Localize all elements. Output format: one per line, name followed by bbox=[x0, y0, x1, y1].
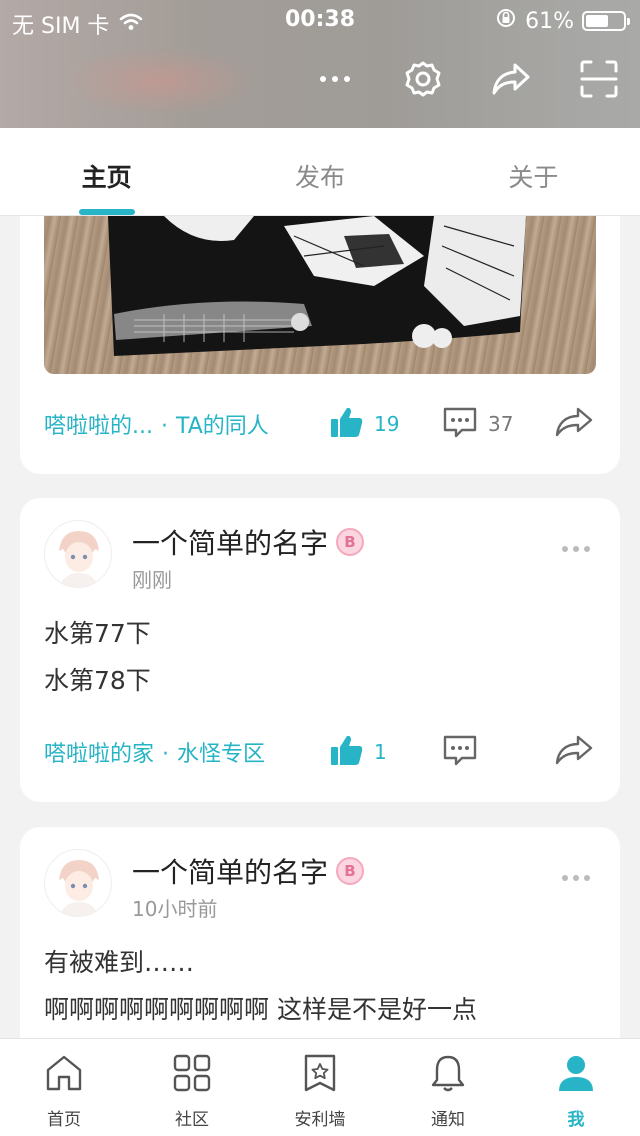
header-actions bbox=[314, 58, 620, 100]
grid-icon bbox=[172, 1053, 212, 1097]
bell-icon bbox=[428, 1053, 468, 1097]
post-tags[interactable]: 嗒啦啦的... · TA的同人 bbox=[44, 408, 334, 440]
post-header: 一个简单的名字 B 刚刚 bbox=[44, 520, 596, 592]
level-badge-icon: B bbox=[336, 857, 365, 885]
post-topic-tag[interactable]: 水怪专区 bbox=[177, 742, 265, 767]
avatar[interactable] bbox=[44, 849, 112, 917]
tab-home-label: 主页 bbox=[81, 163, 132, 192]
thumbs-up-icon bbox=[330, 406, 364, 443]
author-name-text: 一个简单的名字 bbox=[132, 856, 329, 889]
battery-icon bbox=[582, 11, 630, 31]
nav-community[interactable]: 社区 bbox=[128, 1039, 256, 1136]
tag-separator: · bbox=[160, 414, 168, 439]
rotation-lock-icon bbox=[495, 7, 517, 35]
share-icon bbox=[554, 407, 594, 442]
tab-active-indicator bbox=[78, 209, 135, 215]
post-share-button[interactable] bbox=[554, 734, 594, 770]
nav-recommend-wall-label: 安利墙 bbox=[294, 1110, 346, 1130]
post-card[interactable]: 一个简单的名字 B 刚刚 水第77下 水第78下 嗒啦啦的家 · 水怪专区 1 bbox=[20, 498, 620, 802]
post-time: 刚刚 bbox=[132, 568, 172, 592]
post-line: 水第78下 bbox=[44, 666, 151, 695]
avatar[interactable] bbox=[44, 520, 112, 588]
post-card[interactable]: 一个简单的名字 B 10小时前 有被难到…… 啊啊啊啊啊啊啊啊啊 这样是不是好一… bbox=[20, 827, 620, 1067]
post-card[interactable]: 嗒啦啦的... · TA的同人 19 37 bbox=[20, 216, 620, 474]
status-bar: 无 SIM 卡 00:38 61% bbox=[0, 0, 640, 40]
nav-recommend-wall[interactable]: 安利墙 bbox=[256, 1039, 384, 1136]
comment-button[interactable] bbox=[442, 734, 488, 771]
nav-me[interactable]: 我 bbox=[512, 1039, 640, 1136]
share-icon bbox=[554, 735, 594, 770]
post-line: 水第77下 bbox=[44, 619, 151, 648]
author-name[interactable]: 一个简单的名字 B bbox=[132, 522, 365, 562]
post-image[interactable] bbox=[44, 216, 596, 374]
tab-posts[interactable]: 发布 bbox=[213, 128, 426, 215]
post-more-button[interactable] bbox=[562, 875, 590, 881]
nav-home[interactable]: 首页 bbox=[0, 1039, 128, 1136]
bottom-nav: 首页 社区 安利墙 通知 我 bbox=[0, 1038, 640, 1136]
scan-icon[interactable] bbox=[578, 58, 620, 100]
more-icon[interactable] bbox=[314, 58, 356, 100]
user-icon bbox=[556, 1053, 596, 1097]
thumbs-up-icon bbox=[330, 734, 364, 771]
author-name-text: 一个简单的名字 bbox=[132, 527, 329, 560]
tab-about[interactable]: 关于 bbox=[427, 128, 640, 215]
bookmark-star-icon bbox=[300, 1053, 340, 1097]
tab-home[interactable]: 主页 bbox=[0, 128, 213, 215]
like-count: 19 bbox=[374, 412, 400, 436]
battery-percent: 61% bbox=[525, 8, 574, 34]
like-button[interactable]: 1 bbox=[330, 734, 387, 771]
post-share-button[interactable] bbox=[554, 406, 594, 442]
comment-button[interactable]: 37 bbox=[442, 406, 513, 443]
post-line: 有被难到…… bbox=[44, 948, 195, 977]
tag-separator: · bbox=[162, 742, 170, 767]
nav-notifications[interactable]: 通知 bbox=[384, 1039, 512, 1136]
gear-icon[interactable] bbox=[402, 58, 444, 100]
blurred-profile-image bbox=[60, 46, 260, 116]
nav-notifications-label: 通知 bbox=[431, 1110, 465, 1130]
post-group-tag[interactable]: 嗒啦啦的... bbox=[44, 414, 153, 439]
post-line: 啊啊啊啊啊啊啊啊啊 这样是不是好一点 bbox=[44, 995, 477, 1024]
comment-icon bbox=[442, 406, 478, 443]
post-footer: 嗒啦啦的... · TA的同人 19 37 bbox=[44, 404, 596, 444]
author-name[interactable]: 一个简单的名字 B bbox=[132, 851, 365, 891]
post-time: 10小时前 bbox=[132, 897, 218, 921]
post-tags[interactable]: 嗒啦啦的家 · 水怪专区 bbox=[44, 736, 334, 768]
comment-count: 37 bbox=[488, 412, 514, 436]
post-footer: 嗒啦啦的家 · 水怪专区 1 bbox=[44, 732, 596, 772]
tab-about-label: 关于 bbox=[508, 163, 559, 192]
comment-icon bbox=[442, 734, 478, 771]
post-group-tag[interactable]: 嗒啦啦的家 bbox=[44, 742, 154, 767]
status-right: 61% bbox=[495, 7, 630, 35]
level-badge-icon: B bbox=[336, 528, 365, 556]
post-more-button[interactable] bbox=[562, 546, 590, 552]
post-topic-tag[interactable]: TA的同人 bbox=[176, 414, 269, 439]
nav-home-label: 首页 bbox=[47, 1110, 81, 1130]
share-icon[interactable] bbox=[490, 58, 532, 100]
post-content[interactable]: 水第77下 水第78下 bbox=[44, 610, 596, 704]
like-count: 1 bbox=[374, 740, 387, 764]
post-header: 一个简单的名字 B 10小时前 bbox=[44, 849, 596, 921]
post-content[interactable]: 有被难到…… 啊啊啊啊啊啊啊啊啊 这样是不是好一点 bbox=[44, 939, 596, 1033]
like-button[interactable]: 19 bbox=[330, 406, 399, 443]
nav-me-label: 我 bbox=[567, 1110, 585, 1130]
tab-posts-label: 发布 bbox=[294, 163, 345, 192]
profile-tabs: 主页 发布 关于 bbox=[0, 128, 640, 216]
nav-community-label: 社区 bbox=[175, 1110, 209, 1130]
home-icon bbox=[44, 1053, 84, 1097]
